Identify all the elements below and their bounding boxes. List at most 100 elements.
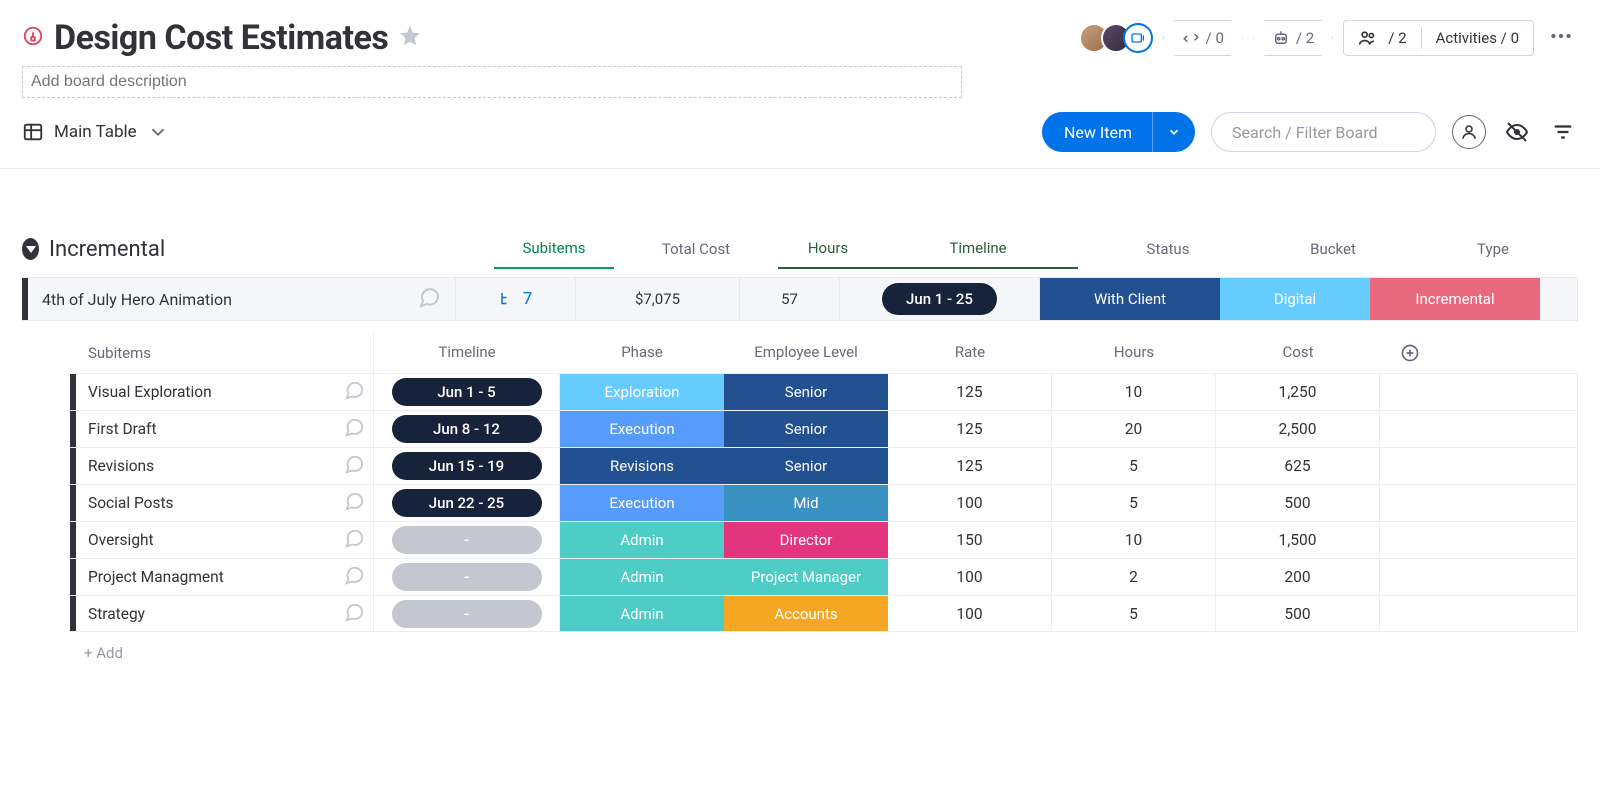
subitem-name[interactable]: Social Posts <box>84 485 374 521</box>
subitem-name[interactable]: Project Managment <box>84 559 374 595</box>
activities-label[interactable]: Activities / 0 <box>1436 29 1519 47</box>
col-timeline[interactable]: Timeline <box>878 229 1078 269</box>
group-title[interactable]: Incremental <box>49 237 494 262</box>
subitem-name[interactable]: Oversight <box>84 522 374 558</box>
item-bucket[interactable]: Digital <box>1220 278 1370 320</box>
comment-icon[interactable] <box>343 527 365 553</box>
subitem-row[interactable]: Visual ExplorationJun 1 - 5ExplorationSe… <box>70 373 1578 410</box>
subitem-rate[interactable]: 100 <box>888 485 1052 521</box>
subitem-rate[interactable]: 125 <box>888 374 1052 410</box>
subcol-emp[interactable]: Employee Level <box>724 333 888 373</box>
subitem-cost[interactable]: 2,500 <box>1216 411 1380 447</box>
more-icon[interactable] <box>1544 19 1578 57</box>
subitem-timeline[interactable]: - <box>374 596 560 631</box>
members-activities-box[interactable]: / 2 Activities / 0 <box>1343 20 1534 56</box>
item-row[interactable]: 4th of July Hero Animation 7 $7,075 57 J… <box>22 277 1578 321</box>
subitem-timeline[interactable]: Jun 22 - 25 <box>374 485 560 521</box>
subcol-rate[interactable]: Rate <box>888 333 1052 373</box>
col-bucket[interactable]: Bucket <box>1258 230 1408 268</box>
filter-icon[interactable] <box>1548 117 1578 147</box>
item-subitems[interactable]: 7 <box>456 278 576 320</box>
subitem-row[interactable]: Oversight-AdminDirector150101,500 <box>70 521 1578 558</box>
subitem-name[interactable]: Revisions <box>84 448 374 484</box>
subitem-phase[interactable]: Execution <box>560 411 724 447</box>
subitem-hours[interactable]: 5 <box>1052 448 1216 484</box>
subitem-rate[interactable]: 125 <box>888 411 1052 447</box>
board-description-input[interactable] <box>22 66 962 98</box>
subitem-cost[interactable]: 1,250 <box>1216 374 1380 410</box>
subitem-timeline[interactable]: Jun 15 - 19 <box>374 448 560 484</box>
comment-icon[interactable] <box>417 285 441 313</box>
subitem-cost[interactable]: 1,500 <box>1216 522 1380 558</box>
integrations-button[interactable]: / 0 <box>1163 20 1243 56</box>
subitem-row[interactable]: Strategy-AdminAccounts1005500 <box>70 595 1578 632</box>
subitem-phase[interactable]: Exploration <box>560 374 724 410</box>
comment-icon[interactable] <box>343 379 365 405</box>
subitem-row[interactable]: First DraftJun 8 - 12ExecutionSenior1252… <box>70 410 1578 447</box>
automations-button[interactable]: / 2 <box>1253 20 1333 56</box>
subcol-subitems[interactable]: Subitems <box>70 333 374 373</box>
subitem-name[interactable]: Strategy <box>84 596 374 631</box>
subitem-hours[interactable]: 10 <box>1052 374 1216 410</box>
subitem-hours[interactable]: 5 <box>1052 485 1216 521</box>
subitem-name[interactable]: Visual Exploration <box>84 374 374 410</box>
hide-icon[interactable] <box>1502 117 1532 147</box>
view-selector[interactable]: Main Table <box>22 121 169 143</box>
subitem-timeline[interactable]: - <box>374 559 560 595</box>
comment-icon[interactable] <box>343 564 365 590</box>
subitem-row[interactable]: Project Managment-AdminProject Manager10… <box>70 558 1578 595</box>
subitem-timeline[interactable]: Jun 1 - 5 <box>374 374 560 410</box>
add-column-button[interactable] <box>1380 333 1440 373</box>
subitem-cost[interactable]: 500 <box>1216 596 1380 631</box>
item-total-cost[interactable]: $7,075 <box>576 278 740 320</box>
star-icon[interactable] <box>398 24 422 52</box>
col-hours[interactable]: Hours <box>778 229 878 269</box>
col-subitems[interactable]: Subitems <box>494 229 614 269</box>
subcol-timeline[interactable]: Timeline <box>374 333 560 373</box>
new-item-dropdown[interactable] <box>1152 112 1195 152</box>
subitem-timeline[interactable]: Jun 8 - 12 <box>374 411 560 447</box>
subcol-hours[interactable]: Hours <box>1052 333 1216 373</box>
subitem-hours[interactable]: 20 <box>1052 411 1216 447</box>
subcol-phase[interactable]: Phase <box>560 333 724 373</box>
subitem-phase[interactable]: Admin <box>560 596 724 631</box>
group-collapse-toggle[interactable] <box>22 238 39 260</box>
subitem-rate[interactable]: 125 <box>888 448 1052 484</box>
subitem-row[interactable]: RevisionsJun 15 - 19RevisionsSenior12556… <box>70 447 1578 484</box>
subitem-rate[interactable]: 150 <box>888 522 1052 558</box>
subitem-timeline[interactable]: - <box>374 522 560 558</box>
subitem-hours[interactable]: 10 <box>1052 522 1216 558</box>
person-filter-icon[interactable] <box>1452 115 1486 149</box>
subitem-cost[interactable]: 200 <box>1216 559 1380 595</box>
subitem-phase[interactable]: Execution <box>560 485 724 521</box>
subcol-cost[interactable]: Cost <box>1216 333 1380 373</box>
add-subitem-button[interactable]: + Add <box>84 632 1578 674</box>
subitem-hours[interactable]: 5 <box>1052 596 1216 631</box>
subitem-employee-level[interactable]: Senior <box>724 411 888 447</box>
item-type[interactable]: Incremental <box>1370 278 1540 320</box>
subitem-phase[interactable]: Admin <box>560 559 724 595</box>
search-input[interactable]: Search / Filter Board <box>1211 112 1436 152</box>
item-name[interactable]: 4th of July Hero Animation <box>42 290 232 309</box>
board-members[interactable] <box>1079 23 1153 53</box>
subitem-cost[interactable]: 500 <box>1216 485 1380 521</box>
item-status[interactable]: With Client <box>1040 278 1220 320</box>
new-item-button[interactable]: New Item <box>1042 112 1195 152</box>
subitem-employee-level[interactable]: Mid <box>724 485 888 521</box>
comment-icon[interactable] <box>343 416 365 442</box>
subitem-employee-level[interactable]: Accounts <box>724 596 888 631</box>
subitem-phase[interactable]: Admin <box>560 522 724 558</box>
add-member-icon[interactable] <box>1123 23 1153 53</box>
comment-icon[interactable] <box>343 601 365 627</box>
subitem-name[interactable]: First Draft <box>84 411 374 447</box>
item-timeline[interactable]: Jun 1 - 25 <box>840 278 1040 320</box>
subitem-cost[interactable]: 625 <box>1216 448 1380 484</box>
subitem-rate[interactable]: 100 <box>888 559 1052 595</box>
col-type[interactable]: Type <box>1408 230 1578 268</box>
col-status[interactable]: Status <box>1078 230 1258 268</box>
subitem-employee-level[interactable]: Project Manager <box>724 559 888 595</box>
subitem-employee-level[interactable]: Director <box>724 522 888 558</box>
subitem-phase[interactable]: Revisions <box>560 448 724 484</box>
subitem-hours[interactable]: 2 <box>1052 559 1216 595</box>
comment-icon[interactable] <box>343 490 365 516</box>
